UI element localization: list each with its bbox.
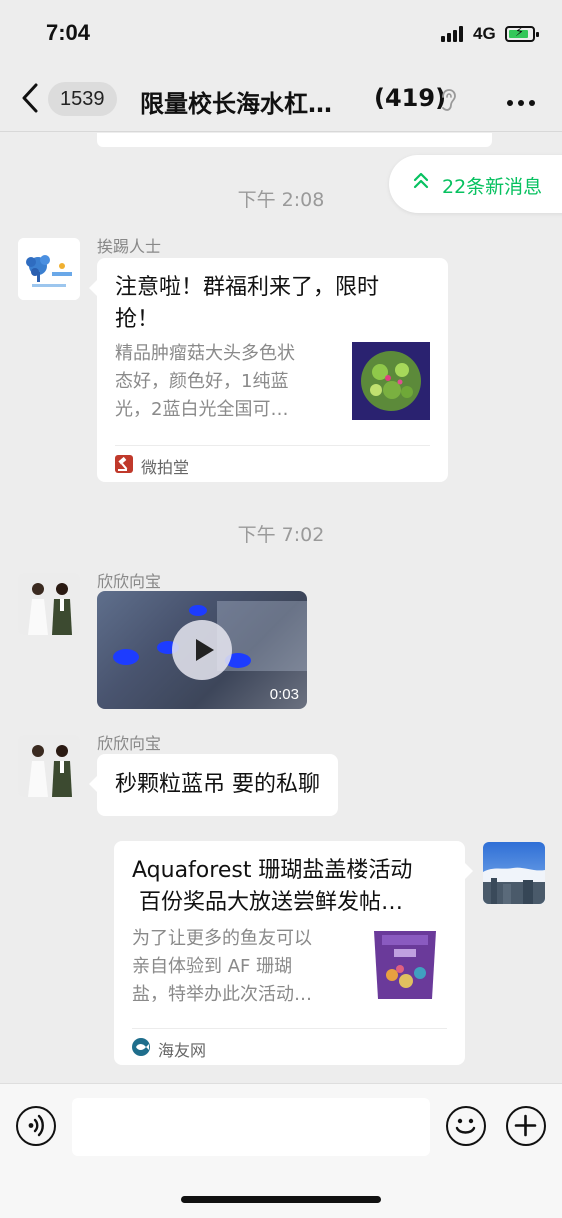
- plus-icon[interactable]: [506, 1106, 546, 1146]
- chat-message-list[interactable]: 22条新消息 下午 2:08 挨踢人士 注意啦！群福利来了，限时 抢！ 精品肿瘤…: [0, 133, 562, 1083]
- message-timestamp: 下午 7:02: [237, 524, 325, 546]
- status-bar: 7:04 4G ⚡: [0, 0, 562, 66]
- card-title-line: 注意啦！群福利来了，限时: [115, 275, 380, 300]
- unread-badge[interactable]: 1539: [48, 82, 117, 116]
- sender-name: 欣欣向宝: [97, 572, 162, 591]
- chevron-left-icon[interactable]: [20, 82, 40, 119]
- card-thumbnail: [352, 342, 430, 420]
- card-description-line: 亲自体验到 AF 珊瑚: [132, 956, 293, 977]
- card-source: 海友网: [158, 1041, 207, 1060]
- fish-logo-icon: [132, 1038, 150, 1056]
- status-time: 7:04: [46, 20, 91, 45]
- link-card-message[interactable]: Aquaforest 珊瑚盐盖楼活动 百份奖品大放送尝鲜发帖… 为了让更多的鱼友…: [114, 841, 473, 1065]
- card-description-line: 为了让更多的鱼友可以: [132, 928, 312, 949]
- card-title-line: 抢！: [115, 307, 160, 332]
- more-dots-icon[interactable]: [506, 88, 536, 108]
- avatar[interactable]: [18, 238, 80, 300]
- card-description-line: 精品肿瘤菇大头多色状: [115, 343, 295, 364]
- text-message-bubble[interactable]: 秒颗粒蓝吊 要的私聊: [89, 754, 338, 816]
- video-frame-fish: [113, 649, 139, 665]
- battery-icon: ⚡: [505, 25, 539, 42]
- message-timestamp: 下午 2:08: [237, 189, 325, 211]
- member-count: (419): [374, 84, 447, 112]
- sender-name: 欣欣向宝: [97, 734, 162, 753]
- card-title-line: Aquaforest 珊瑚盐盖楼活动: [132, 858, 413, 883]
- card-source: 微拍堂: [141, 458, 190, 477]
- ear-icon: [437, 88, 459, 112]
- message-input[interactable]: [72, 1098, 430, 1156]
- divider: [115, 445, 430, 446]
- card-description-line: 光，2蓝白光全国可…: [115, 399, 289, 420]
- card-description-line: 态好，颜色好，1纯蓝: [115, 371, 289, 392]
- home-indicator[interactable]: [181, 1196, 381, 1203]
- gavel-icon: [115, 455, 133, 473]
- divider: [132, 1028, 447, 1029]
- avatar[interactable]: [483, 842, 545, 904]
- video-duration: 0:03: [269, 686, 299, 703]
- link-card-message[interactable]: 注意啦！群福利来了，限时 抢！ 精品肿瘤菇大头多色状 态好，颜色好，1纯蓝 光，…: [89, 258, 448, 482]
- video-frame-fish: [189, 605, 207, 616]
- page-title: 限量校长海水杠…: [140, 90, 332, 118]
- card-description-line: 盐，特举办此次活动…: [132, 984, 312, 1005]
- avatar[interactable]: [18, 573, 80, 635]
- video-message[interactable]: 0:03: [97, 591, 307, 709]
- network-type: 4G: [473, 24, 496, 43]
- card-title-line: 百份奖品大放送尝鲜发帖…: [132, 890, 403, 915]
- voice-icon[interactable]: [16, 1106, 56, 1146]
- chat-header: 1539 限量校长海水杠… (419): [0, 66, 562, 132]
- emoji-icon[interactable]: [446, 1106, 486, 1146]
- signal-icon: [441, 26, 467, 42]
- play-icon[interactable]: [172, 620, 232, 680]
- avatar[interactable]: [18, 735, 80, 797]
- previous-message-bubble[interactable]: [97, 133, 492, 147]
- sender-name: 挨踢人士: [97, 237, 162, 256]
- card-thumbnail: [366, 925, 444, 1003]
